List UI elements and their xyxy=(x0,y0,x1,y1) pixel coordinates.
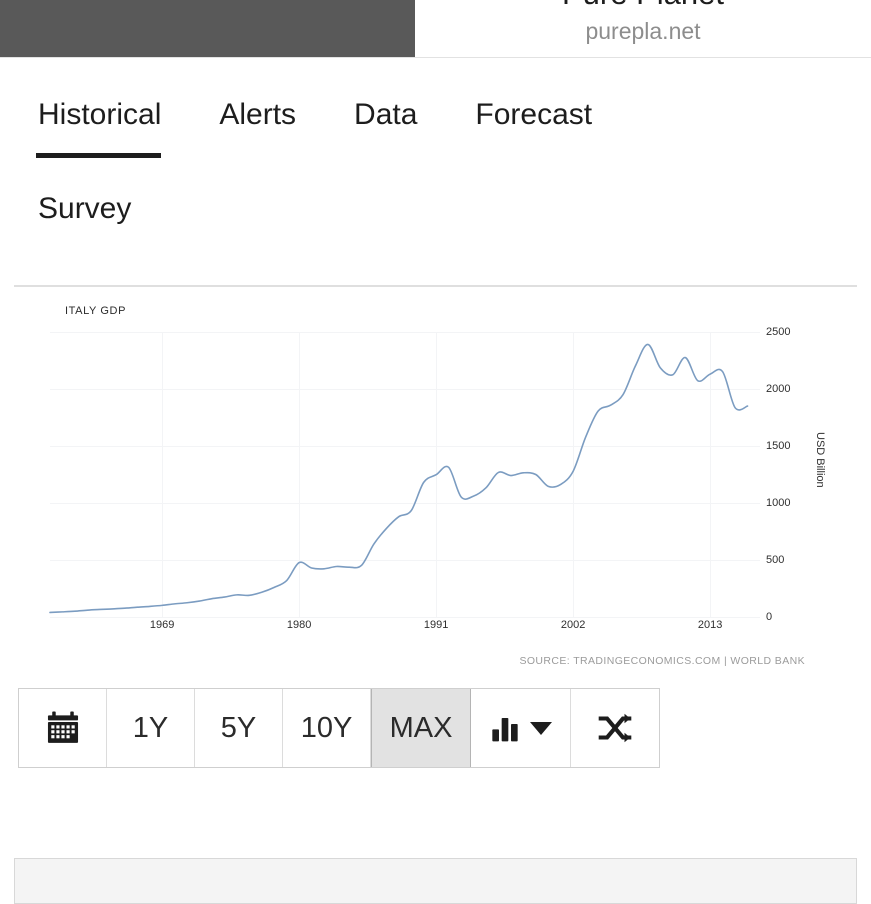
site-title: Pure Planet xyxy=(415,0,871,12)
tab-forecast[interactable]: Forecast xyxy=(475,94,620,136)
x-axis-tick: 1969 xyxy=(149,619,175,631)
range-button-max[interactable]: MAX xyxy=(371,689,471,767)
bar-chart-icon xyxy=(489,712,521,744)
chart-type-button[interactable] xyxy=(471,689,571,767)
y-axis-tick: 1000 xyxy=(766,497,791,509)
range-button-10y[interactable]: 10Y xyxy=(283,689,371,767)
chart-source-attribution: SOURCE: TRADINGECONOMICS.COM | WORLD BAN… xyxy=(519,655,805,667)
header-dark-block xyxy=(0,0,415,57)
site-header: Pure Planet purepla.net xyxy=(0,0,871,58)
x-axis-tick: 1980 xyxy=(286,619,312,631)
y-axis-tick: 2500 xyxy=(766,326,791,338)
range-button-5y[interactable]: 5Y xyxy=(195,689,283,767)
compare-shuffle-button[interactable] xyxy=(571,689,659,767)
x-axis-tick: 2013 xyxy=(697,619,723,631)
tab-survey[interactable]: Survey xyxy=(38,188,871,230)
bottom-panel xyxy=(14,858,857,904)
tab-data[interactable]: Data xyxy=(354,94,445,136)
chart-plot-area xyxy=(49,332,760,618)
range-button-1y[interactable]: 1Y xyxy=(107,689,195,767)
tab-bar: Historical Alerts Data Forecast Survey xyxy=(0,58,871,230)
y-axis-unit-label: USD Billion xyxy=(814,432,826,488)
calendar-button[interactable] xyxy=(19,689,107,767)
x-axis-tick: 1991 xyxy=(423,619,449,631)
chevron-down-icon xyxy=(530,721,552,735)
y-axis-tick: 0 xyxy=(766,611,773,623)
chart-title: ITALY GDP xyxy=(65,305,127,317)
tab-alerts[interactable]: Alerts xyxy=(219,94,324,136)
x-axis-labels: 1969 1980 1991 2002 2013 xyxy=(50,619,760,639)
y-axis-tick: 500 xyxy=(766,554,785,566)
calendar-icon xyxy=(44,709,82,747)
gdp-line-series xyxy=(49,343,749,614)
gdp-line-path xyxy=(49,343,749,614)
y-axis-labels: 0 500 1000 1500 2000 2500 xyxy=(762,326,812,623)
y-axis-tick: 1500 xyxy=(766,440,791,452)
tab-historical[interactable]: Historical xyxy=(35,94,189,158)
gridline-horizontal xyxy=(50,617,760,618)
y-axis-tick: 2000 xyxy=(766,383,791,395)
site-domain: purepla.net xyxy=(585,18,701,44)
chart-range-toolbar: 1Y 5Y 10Y MAX xyxy=(18,688,660,768)
x-axis-tick: 2002 xyxy=(560,619,586,631)
shuffle-icon xyxy=(596,709,634,747)
